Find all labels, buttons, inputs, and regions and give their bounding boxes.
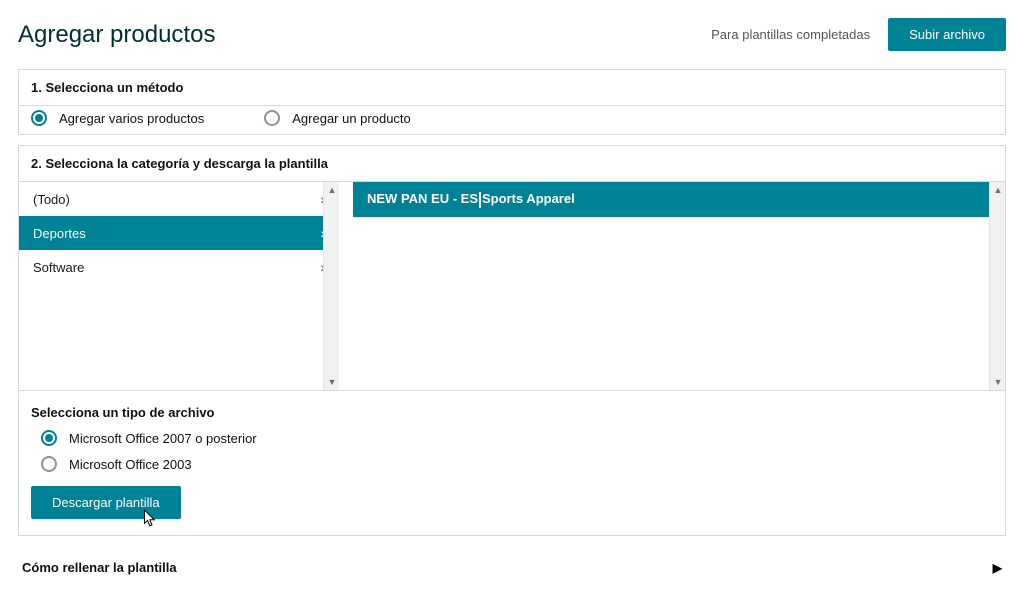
scroll-down-icon[interactable]: ▼ [324,374,339,390]
upload-file-button[interactable]: Subir archivo [888,18,1006,51]
category-item-all[interactable]: (Todo) › [19,182,339,216]
page-title: Agregar productos [18,21,215,49]
radio-icon [41,456,57,472]
file-type-label: Microsoft Office 2007 o posterior [69,431,257,446]
file-type-option-2007[interactable]: Microsoft Office 2007 o posterior [41,430,993,446]
scrollbar[interactable]: ▲ ▼ [323,182,339,390]
method-option-label: Agregar varios productos [59,111,204,126]
radio-icon [31,110,47,126]
radio-icon [41,430,57,446]
scroll-up-icon[interactable]: ▲ [324,182,339,198]
scroll-up-icon[interactable]: ▲ [990,182,1005,198]
file-type-option-2003[interactable]: Microsoft Office 2003 [41,456,993,472]
category-item-deportes[interactable]: Deportes › [19,216,339,250]
step2-title: 2. Selecciona la categoría y descarga la… [19,146,1005,182]
scrollbar[interactable]: ▲ ▼ [989,182,1005,390]
triangle-right-icon: ▶ [993,561,1002,575]
method-option-multiple[interactable]: Agregar varios productos [31,110,204,126]
category-item-software[interactable]: Software › [19,250,339,284]
completed-templates-label: Para plantillas completadas [711,27,870,42]
text-caret-icon [479,192,481,208]
method-option-label: Agregar un producto [292,111,411,126]
step1-title: 1. Selecciona un método [19,70,1005,106]
category-label: Software [33,260,84,275]
method-option-single[interactable]: Agregar un producto [264,110,411,126]
file-type-label: Microsoft Office 2003 [69,457,192,472]
step1-panel: 1. Selecciona un método Agregar varios p… [18,69,1006,135]
subcategory-item-sports-apparel[interactable]: NEW PAN EU - ES Sports Apparel [353,182,989,217]
category-label: Deportes [33,226,86,241]
subcategory-prefix: NEW PAN EU - ES [367,191,478,206]
radio-icon [264,110,280,126]
scroll-down-icon[interactable]: ▼ [990,374,1005,390]
download-template-button[interactable]: Descargar plantilla [31,486,181,519]
subcategory-list: NEW PAN EU - ES Sports Apparel ▲ ▼ [353,182,1005,390]
howto-accordion[interactable]: Cómo rellenar la plantilla ▶ [18,546,1006,575]
step2-panel: 2. Selecciona la categoría y descarga la… [18,145,1006,536]
subcategory-suffix: Sports Apparel [482,191,575,206]
file-type-title: Selecciona un tipo de archivo [31,405,993,420]
category-list: (Todo) › Deportes › Software › ▲ ▼ [19,182,339,390]
howto-title: Cómo rellenar la plantilla [22,560,177,575]
category-label: (Todo) [33,192,70,207]
